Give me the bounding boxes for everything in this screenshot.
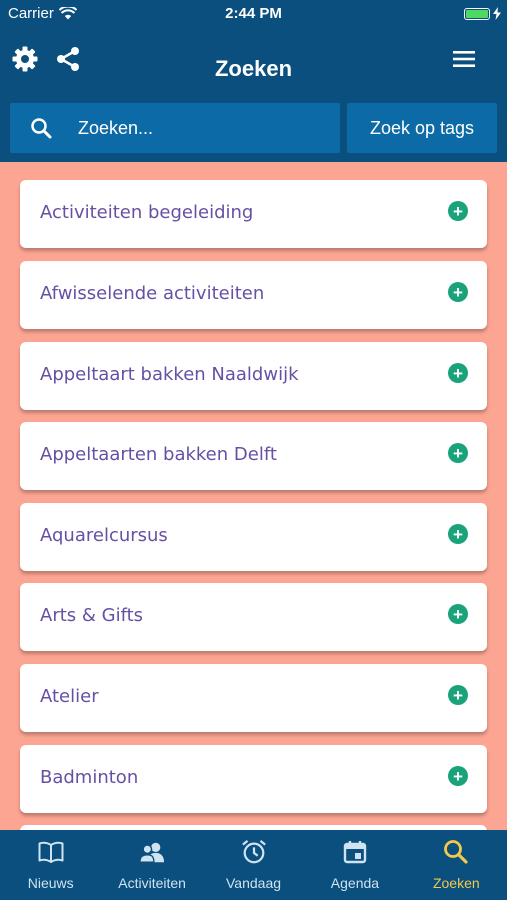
tab-label: Activiteiten xyxy=(118,875,186,891)
search-icon xyxy=(443,839,469,865)
tab-vandaag[interactable]: Vandaag xyxy=(203,830,304,900)
list-item-label: Appeltaarten bakken Delft xyxy=(40,444,277,465)
tab-label: Vandaag xyxy=(226,875,282,891)
tab-label: Zoeken xyxy=(432,875,480,891)
tab-agenda[interactable]: Agenda xyxy=(304,830,405,900)
list-item[interactable]: Afwisselende activiteiten + xyxy=(20,261,487,329)
search-by-tags-button[interactable]: Zoek op tags xyxy=(347,103,497,153)
list-item[interactable]: Appeltaarten bakken Delft + xyxy=(20,422,487,490)
charging-bolt-icon xyxy=(493,7,501,20)
navigation-bar: Zoeken xyxy=(0,28,507,100)
tab-activiteiten[interactable]: Activiteiten xyxy=(101,830,202,900)
people-icon xyxy=(139,839,165,865)
list-item-label: Atelier xyxy=(40,686,99,707)
search-area: Zoek op tags xyxy=(0,100,507,162)
list-item[interactable]: Appeltaart bakken Naaldwijk + xyxy=(20,342,487,410)
search-input[interactable] xyxy=(76,116,310,140)
tab-nieuws[interactable]: Nieuws xyxy=(0,830,101,900)
tab-bar: Nieuws Activiteiten Vandaag Agenda Zoeke… xyxy=(0,830,507,900)
list-item-label: Activiteiten begeleiding xyxy=(40,202,254,223)
tab-zoeken[interactable]: Zoeken xyxy=(406,830,507,900)
list-item-label: Arts & Gifts xyxy=(40,605,144,626)
book-icon xyxy=(38,839,64,865)
battery-indicator xyxy=(464,7,501,20)
calendar-icon xyxy=(342,839,368,865)
page-title: Zoeken xyxy=(214,56,293,81)
list-item-label: Badminton xyxy=(40,767,139,788)
list-item-label: Appeltaart bakken Naaldwijk xyxy=(40,364,299,385)
menu-button[interactable] xyxy=(449,44,479,74)
tab-label: Agenda xyxy=(330,875,380,891)
add-circle-icon[interactable]: + xyxy=(448,282,468,302)
activity-list: Activiteiten begeleiding + Afwisselende … xyxy=(0,162,507,830)
list-item[interactable]: Aquarelcursus + xyxy=(20,503,487,571)
list-item[interactable]: Badminton + xyxy=(20,745,487,813)
add-circle-icon[interactable]: + xyxy=(448,766,468,786)
list-item[interactable]: Activiteiten begeleiding + xyxy=(20,180,487,248)
list-item[interactable]: Arts & Gifts + xyxy=(20,583,487,651)
clock: 2:44 PM xyxy=(225,5,282,22)
add-circle-icon[interactable]: + xyxy=(448,201,468,221)
list-item-label: Aquarelcursus xyxy=(40,525,168,546)
status-bar: Carrier 2:44 PM xyxy=(0,0,507,28)
alarm-clock-icon xyxy=(241,839,267,865)
tab-label: Nieuws xyxy=(27,875,74,891)
add-circle-icon[interactable]: + xyxy=(448,443,468,463)
hamburger-menu-icon xyxy=(453,51,475,67)
search-icon xyxy=(30,117,52,139)
add-circle-icon[interactable]: + xyxy=(448,685,468,705)
search-box[interactable] xyxy=(10,103,340,153)
list-item[interactable]: Atelier + xyxy=(20,664,487,732)
add-circle-icon[interactable]: + xyxy=(448,363,468,383)
add-circle-icon[interactable]: + xyxy=(448,524,468,544)
battery-icon xyxy=(464,7,490,20)
add-circle-icon[interactable]: + xyxy=(448,604,468,624)
list-item-label: Afwisselende activiteiten xyxy=(40,283,265,304)
